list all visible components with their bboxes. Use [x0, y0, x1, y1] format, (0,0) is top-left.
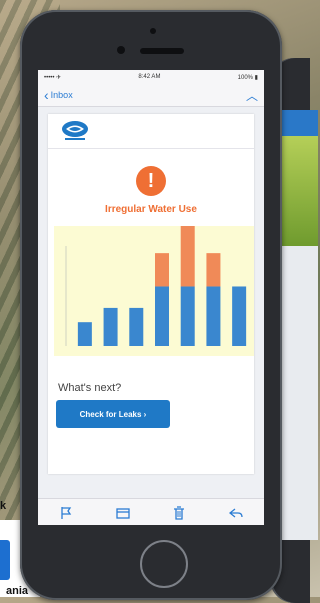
company-logo: [62, 121, 88, 140]
email-body: ! Irregular Water Use What's next? Check…: [48, 114, 254, 474]
chart-bar-usage: [103, 307, 118, 346]
battery-status: 100% ▮: [237, 74, 258, 81]
chart-bar-irregular: [180, 226, 195, 287]
background-text: ania: [6, 585, 29, 597]
home-button[interactable]: [140, 540, 188, 588]
second-phone-photo: [278, 136, 318, 246]
chart-bar-irregular: [206, 253, 221, 287]
back-label: Inbox: [50, 90, 73, 100]
carrier-signal: ••••• ✈: [44, 74, 62, 81]
chevron-up-icon[interactable]: ︿: [246, 87, 258, 104]
chart-bar-usage: [77, 322, 92, 346]
chevron-left-icon: ‹: [44, 87, 49, 103]
phone-screen: ••••• ✈ 8:42 AM 100% ▮ ‹ Inbox ︿ ! Irreg…: [38, 70, 264, 525]
phone: ••••• ✈ 8:42 AM 100% ▮ ‹ Inbox ︿ ! Irreg…: [20, 10, 282, 600]
email-header: [48, 114, 254, 149]
chart-bar-usage: [180, 286, 195, 346]
water-usage-chart: [54, 226, 254, 356]
front-camera: [117, 46, 125, 54]
back-to-inbox-button[interactable]: ‹ Inbox: [44, 87, 73, 103]
check-for-leaks-button[interactable]: Check for Leaks ›: [56, 400, 170, 428]
reply-icon[interactable]: [227, 504, 245, 522]
chart-bar-usage: [155, 286, 169, 346]
status-bar: ••••• ✈ 8:42 AM 100% ▮: [38, 70, 264, 84]
background-text: k: [0, 500, 7, 512]
chart-bar-irregular: [155, 253, 169, 287]
mail-toolbar: [38, 498, 264, 525]
front-sensor: [150, 28, 156, 34]
flag-icon[interactable]: [57, 504, 75, 522]
alert-icon: !: [136, 166, 166, 196]
mail-nav-bar: ‹ Inbox ︿: [38, 84, 264, 107]
whats-next-heading: What's next?: [58, 382, 122, 394]
chart-bar-usage: [129, 307, 144, 346]
second-phone-screen: [278, 110, 318, 540]
chart-bar-usage: [206, 286, 221, 346]
background-blue-logo: [0, 540, 10, 580]
status-time: 8:42 AM: [138, 74, 161, 80]
earpiece-speaker: [140, 48, 184, 54]
second-phone-header: [278, 110, 318, 136]
trash-icon[interactable]: [170, 504, 188, 522]
alert-title: Irregular Water Use: [105, 204, 197, 215]
folder-icon[interactable]: [114, 504, 132, 522]
chart-bar-usage: [232, 286, 247, 346]
